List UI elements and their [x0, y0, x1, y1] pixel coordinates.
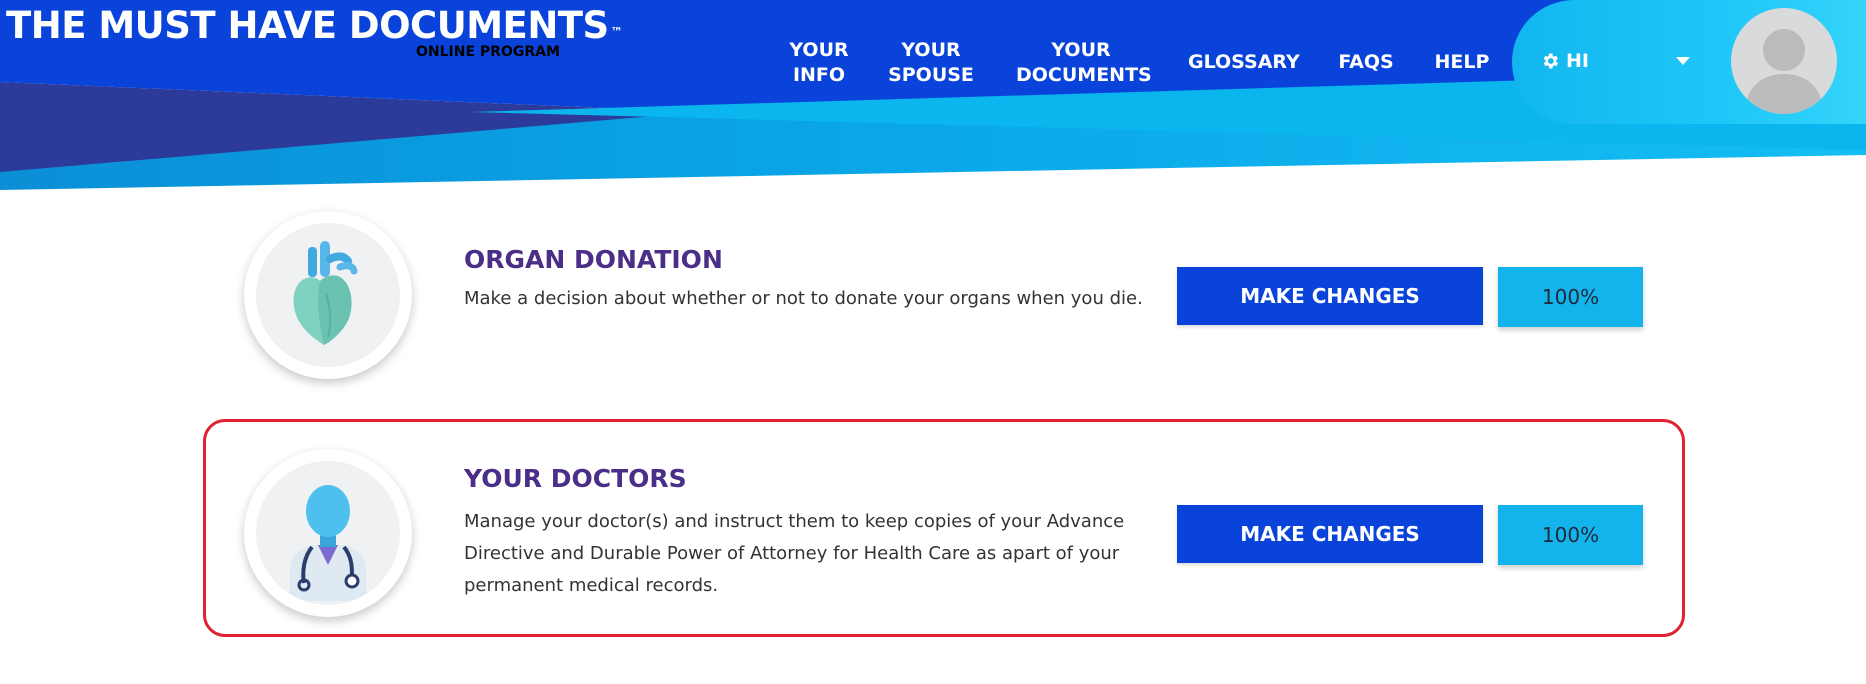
user-greeting: HI [1566, 50, 1589, 72]
user-menu-toggle[interactable]: HI [1540, 50, 1589, 72]
site-logo[interactable]: THE MUST HAVE DOCUMENTS ™ [6, 4, 623, 48]
nav-your-spouse[interactable]: YOUR SPOUSE [886, 38, 976, 88]
section-card-your-doctors: YOUR DOCTORS Manage your doctor(s) and i… [203, 419, 1685, 637]
card-description: Manage your doctor(s) and instruct them … [464, 511, 1125, 596]
card-title: YOUR DOCTORS [464, 464, 687, 493]
default-avatar-icon [1745, 29, 1823, 114]
make-changes-button[interactable]: MAKE CHANGES [1177, 267, 1483, 325]
progress-badge: 100% [1498, 267, 1643, 327]
logo-subtitle: ONLINE PROGRAM [416, 44, 560, 60]
progress-badge: 100% [1498, 505, 1643, 565]
logo-title: THE MUST HAVE DOCUMENTS ™ [6, 4, 623, 48]
nav-label-line1: YOUR [1051, 39, 1111, 61]
logo-title-text: THE MUST HAVE DOCUMENTS [6, 4, 609, 47]
nav-your-documents[interactable]: YOUR DOCUMENTS [1016, 38, 1152, 88]
caret-down-icon[interactable] [1676, 57, 1690, 65]
nav-your-info[interactable]: YOUR INFO [789, 38, 849, 88]
nav-label-line2: SPOUSE [888, 64, 974, 86]
nav-label: HELP [1434, 51, 1490, 73]
nav-label: FAQS [1338, 51, 1394, 73]
card-icon-background [256, 223, 400, 367]
page: THE MUST HAVE DOCUMENTS ™ ONLINE PROGRAM … [0, 0, 1866, 684]
nav-glossary[interactable]: GLOSSARY [1188, 50, 1300, 75]
nav-help[interactable]: HELP [1432, 50, 1492, 75]
card-description: Make a decision about whether or not to … [464, 288, 1143, 309]
heart-icon [293, 241, 358, 345]
nav-label-line2: DOCUMENTS [1016, 64, 1152, 86]
gear-icon [1543, 53, 1558, 69]
card-icon-badge [244, 211, 412, 379]
card-title: ORGAN DONATION [464, 245, 723, 274]
logo-trademark: ™ [610, 25, 623, 39]
nav-label-line1: YOUR [789, 39, 849, 61]
card-icon-badge [244, 449, 412, 617]
site-header: THE MUST HAVE DOCUMENTS ™ ONLINE PROGRAM … [0, 0, 1866, 200]
user-avatar[interactable] [1731, 8, 1837, 114]
nav-faqs[interactable]: FAQS [1336, 50, 1396, 75]
section-card-organ-donation: ORGAN DONATION Make a decision about whe… [203, 205, 1685, 395]
nav-label-line1: YOUR [901, 39, 961, 61]
card-icon-background [256, 461, 400, 605]
nav-label: GLOSSARY [1188, 51, 1300, 73]
make-changes-button[interactable]: MAKE CHANGES [1177, 505, 1483, 563]
nav-label-line2: INFO [792, 64, 846, 86]
doctor-icon [290, 485, 366, 601]
